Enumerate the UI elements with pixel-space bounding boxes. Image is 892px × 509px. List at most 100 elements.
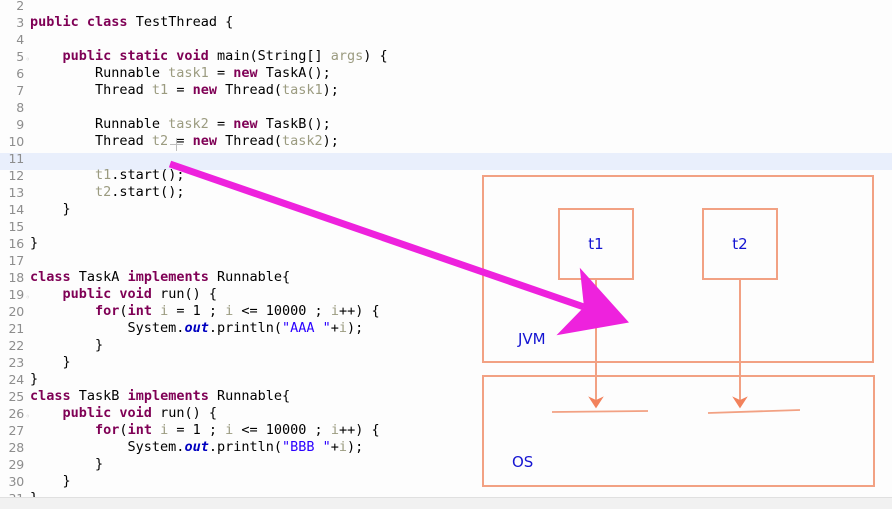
line-number[interactable]: 29 (0, 456, 24, 473)
code-token: .start(); (111, 167, 185, 183)
line-number[interactable]: 20 (0, 303, 24, 320)
code-token: t2 (151, 133, 169, 149)
code-token: = 1 ; (168, 422, 226, 438)
line-number[interactable]: 17 (0, 252, 24, 269)
line-number[interactable]: 27 (0, 422, 24, 439)
code-line[interactable]: class TaskB implements Runnable{ (30, 388, 290, 405)
line-number[interactable]: 11 (0, 150, 24, 167)
line-number[interactable]: 19 ◦ (0, 286, 30, 303)
code-token: class (30, 388, 79, 404)
code-token: new (192, 82, 226, 98)
line-number[interactable]: 7 (0, 82, 24, 99)
line-number[interactable]: 10 (0, 133, 24, 150)
line-number[interactable]: 5 ◦ (0, 48, 30, 65)
code-line[interactable]: Thread t2 = new Thread(task2); (30, 133, 339, 150)
code-token: out (184, 439, 209, 455)
code-token: } (30, 235, 39, 251)
line-number[interactable]: 16 (0, 235, 24, 252)
line-number[interactable]: 22 (0, 337, 24, 354)
code-token: task1 (168, 65, 209, 81)
code-token: + (330, 439, 339, 455)
code-token: } (30, 337, 104, 353)
code-token: = (208, 65, 234, 81)
ide-screenshot: 2 3 4 5 ◦ 6 7 8 9 10 11 12 13 14 15 16 17 18 19 ◦ 20 21 22 23 24… (0, 0, 892, 509)
code-token: int (127, 303, 161, 319)
code-token: ); (322, 82, 339, 98)
code-line[interactable]: System.out.println("BBB "+i); (30, 439, 364, 456)
code-line[interactable]: } (30, 201, 71, 218)
code-token: ( (119, 303, 128, 319)
line-number[interactable]: 28 (0, 439, 24, 456)
code-token: ); (322, 133, 339, 149)
code-token: = 1 ; (168, 303, 226, 319)
line-number[interactable]: 8 (0, 99, 24, 116)
code-token: Runnable{ (216, 388, 291, 404)
code-line[interactable]: } (30, 235, 38, 252)
thread-model-diagram: t1 t2 JVM OS (478, 170, 878, 495)
code-token: i (330, 303, 339, 319)
thread-box-t1-label: t1 (588, 235, 604, 253)
code-line[interactable]: Runnable task2 = new TaskB(); (30, 116, 331, 133)
code-line[interactable]: for(int i = 1 ; i <= 10000 ; i++) { (30, 422, 380, 439)
code-token: class (86, 14, 136, 30)
line-number[interactable]: 15 (0, 218, 24, 235)
line-number[interactable]: 24 (0, 371, 24, 388)
code-token: = (168, 82, 193, 98)
code-line[interactable]: } (30, 337, 103, 354)
code-token: class (30, 269, 79, 285)
os-boundary-box (482, 375, 875, 487)
code-line[interactable]: for(int i = 1 ; i <= 10000 ; i++) { (30, 303, 380, 320)
code-line[interactable]: Thread t1 = new Thread(task1); (30, 82, 339, 99)
code-token: Thread( (225, 82, 282, 98)
code-token: new (233, 116, 266, 132)
code-token: task2 (282, 133, 323, 149)
line-number[interactable]: 25 (0, 388, 24, 405)
code-token: new (192, 133, 226, 149)
code-token: args (330, 48, 364, 64)
line-number[interactable]: 23 (0, 354, 24, 371)
code-line[interactable]: public void run() { (30, 405, 217, 422)
code-line[interactable]: t1.start(); (30, 167, 184, 184)
code-token: Runnable{ (216, 269, 291, 285)
code-line[interactable]: Runnable task1 = new TaskA(); (30, 65, 331, 82)
code-token: implements (127, 269, 217, 285)
code-token: <= 10000 ; (233, 422, 331, 438)
line-number[interactable]: 21 (0, 320, 24, 337)
code-token: .println( (208, 439, 282, 455)
code-token: i (160, 303, 169, 319)
line-number[interactable]: 26 ◦ (0, 405, 30, 422)
code-line[interactable]: t2.start(); (30, 184, 184, 201)
line-number[interactable]: 18 (0, 269, 24, 286)
code-line[interactable]: public void run() { (30, 286, 217, 303)
code-line[interactable]: } (30, 473, 71, 490)
line-number[interactable]: 4 (0, 31, 24, 48)
code-line[interactable]: class TaskA implements Runnable{ (30, 269, 290, 286)
code-line[interactable]: public class TestThread { (30, 14, 233, 31)
line-number[interactable]: 13 (0, 184, 24, 201)
line-number[interactable]: 9 (0, 116, 24, 133)
line-number[interactable]: 12 (0, 167, 24, 184)
code-token: "AAA " (281, 320, 331, 336)
code-token: i (330, 422, 339, 438)
code-line[interactable]: } (30, 456, 103, 473)
code-token: int (127, 422, 161, 438)
code-token: ); (347, 439, 364, 455)
code-line[interactable]: public static void main(String[] args) { (30, 48, 388, 65)
line-number[interactable]: 14 (0, 201, 24, 218)
line-number[interactable]: 30 (0, 473, 24, 490)
code-token: implements (127, 388, 217, 404)
line-number[interactable]: 6 (0, 65, 24, 82)
code-token: ); (347, 320, 364, 336)
line-number-gutter[interactable]: 2 3 4 5 ◦ 6 7 8 9 10 11 12 13 14 15 16 17 18 19 ◦ 20 21 22 23 24… (0, 0, 30, 506)
code-line[interactable]: System.out.println("AAA "+i); (30, 320, 364, 337)
line-number[interactable]: 3 (0, 14, 24, 31)
line-number[interactable]: 2 (0, 0, 24, 14)
code-token: t2 (95, 184, 112, 200)
code-area[interactable]: public class TestThread { public static … (30, 0, 480, 506)
code-line[interactable]: } (30, 371, 38, 388)
code-token: run() { (160, 405, 217, 421)
code-line[interactable]: } (30, 354, 71, 371)
